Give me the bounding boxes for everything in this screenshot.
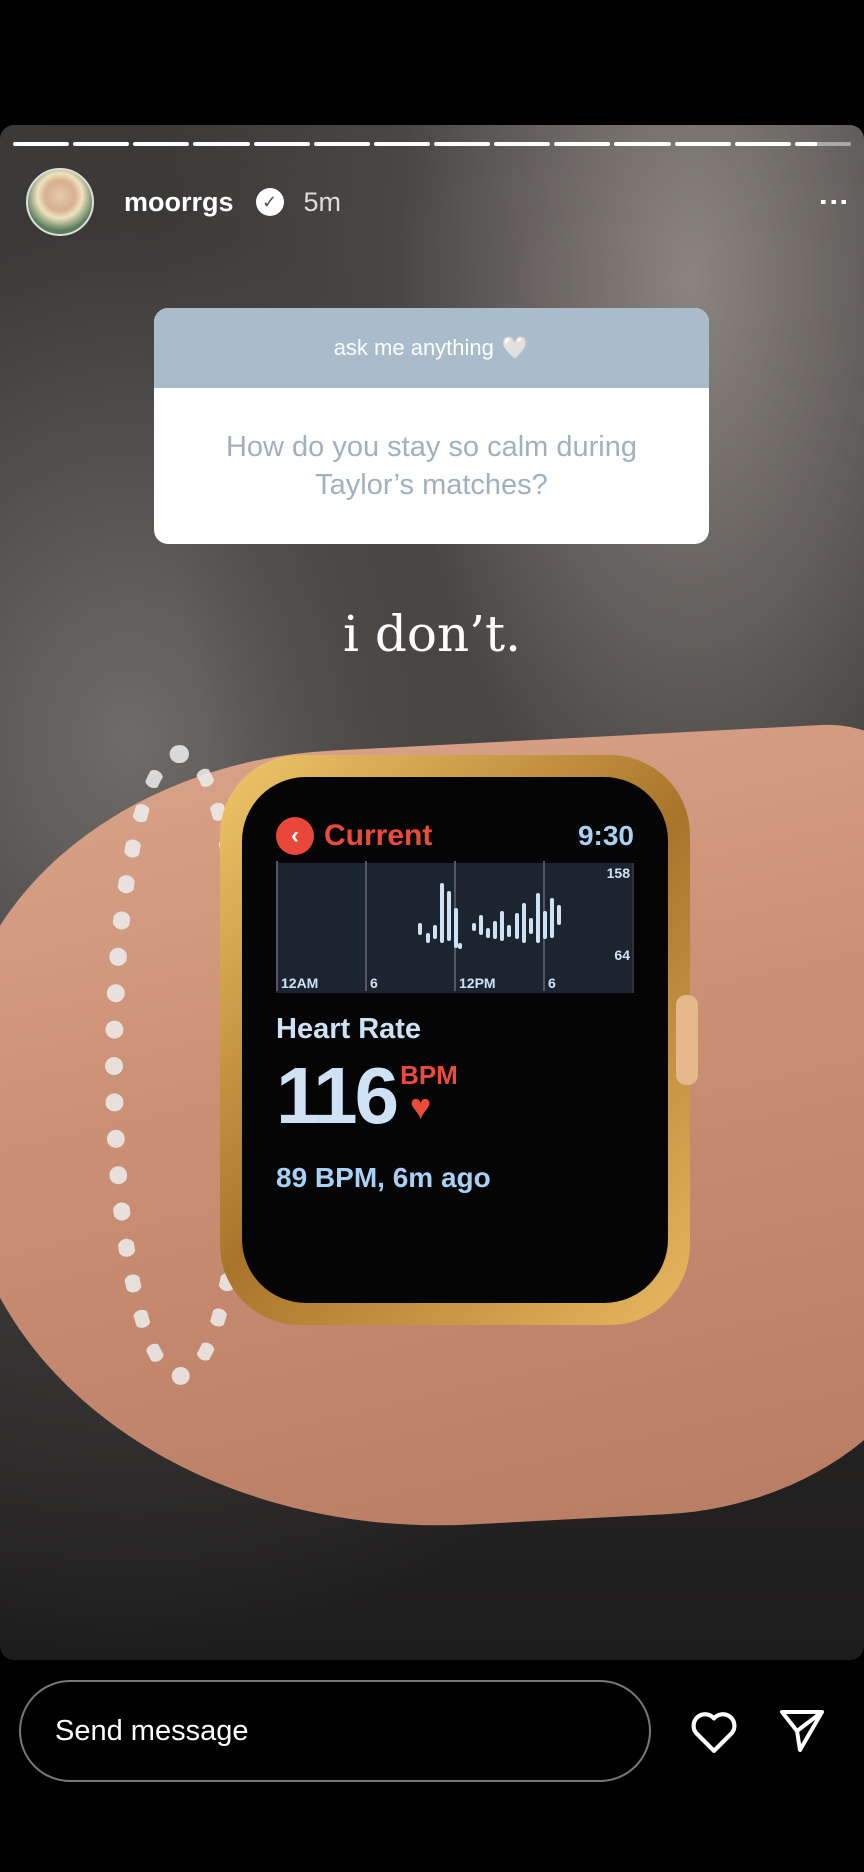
progress-segment xyxy=(734,142,791,146)
chart-mark xyxy=(528,918,533,934)
username[interactable]: moorrgs xyxy=(124,187,234,218)
verified-badge-icon: ✓ xyxy=(255,188,284,216)
answer-text: i don’t. xyxy=(342,605,522,663)
chart-mark xyxy=(418,923,423,935)
send-direct-icon[interactable] xyxy=(776,1706,828,1754)
progress-segment xyxy=(13,142,70,146)
chart-mark xyxy=(439,883,444,943)
progress-segment xyxy=(313,142,370,146)
watch-crown xyxy=(676,995,698,1085)
y-max-label: 158 xyxy=(606,865,630,881)
story-header: moorrgs ✓ 5m ⋮ xyxy=(26,167,850,237)
back-icon: ‹ xyxy=(276,817,314,855)
progress-segment xyxy=(794,142,851,146)
progress-segment xyxy=(73,142,130,146)
chart-mark xyxy=(521,903,526,943)
chart-mark xyxy=(493,921,498,939)
progress-segment xyxy=(253,142,310,146)
progress-segment xyxy=(614,142,671,146)
heart-like-icon[interactable] xyxy=(688,1708,740,1754)
chart-mark xyxy=(478,915,483,935)
last-reading: 89 BPM, 6m ago xyxy=(276,1162,491,1193)
avatar[interactable] xyxy=(26,168,94,236)
heart-rate-label: Heart Rate xyxy=(276,1013,422,1045)
progress-segment xyxy=(193,142,250,146)
question-sticker-title: ask me anything xyxy=(333,335,494,360)
chart-mark xyxy=(557,905,562,925)
watch-screen: ‹ Current 9:30 12AM 6 12PM 6 158 64 Hear… xyxy=(242,777,668,1303)
chart-mark xyxy=(432,925,437,939)
chart-mark xyxy=(550,898,555,938)
apple-watch: ‹ Current 9:30 12AM 6 12PM 6 158 64 Hear… xyxy=(220,755,690,1325)
chart-mark xyxy=(514,913,519,939)
heart-rate-chart: 12AM 6 12PM 6 158 64 xyxy=(276,861,634,993)
question-sticker-header: ask me anything 🤍 xyxy=(154,308,709,388)
send-message-input[interactable]: Send message xyxy=(19,1680,651,1782)
y-min-label: 64 xyxy=(614,947,630,963)
chart-mark xyxy=(457,943,462,949)
question-sticker[interactable]: ask me anything 🤍 How do you stay so cal… xyxy=(154,308,709,544)
progress-segment xyxy=(433,142,491,146)
send-message-placeholder: Send message xyxy=(55,1714,249,1747)
progress-segment xyxy=(674,142,731,146)
chart-mark xyxy=(543,911,547,939)
progress-segment xyxy=(373,142,430,146)
heart-icon: ♥ xyxy=(409,1086,432,1127)
chart-mark xyxy=(425,933,430,943)
post-time: 5m xyxy=(303,186,342,217)
chart-mark xyxy=(500,911,505,941)
progress-segment xyxy=(554,142,611,146)
story-progress-bar xyxy=(13,142,851,146)
question-text: How do you stay so calm during Taylor’s … xyxy=(225,431,638,501)
x-label: 6 xyxy=(365,861,378,991)
chart-mark xyxy=(535,893,540,943)
white-heart-icon: 🤍 xyxy=(501,335,530,360)
x-label: 12AM xyxy=(276,861,318,991)
chart-mark xyxy=(454,908,458,948)
chart-mark xyxy=(486,928,491,938)
chart-mark xyxy=(446,891,451,941)
chart-mark xyxy=(471,923,476,931)
more-options-icon[interactable]: ⋮ xyxy=(817,187,850,217)
watch-clock: 9:30 xyxy=(577,820,634,851)
progress-segment xyxy=(494,142,551,146)
progress-segment xyxy=(133,142,190,146)
story-media[interactable]: moorrgs ✓ 5m ⋮ ask me anything 🤍 How do … xyxy=(0,125,864,1660)
watch-title: Current xyxy=(324,819,433,852)
heart-rate-value: 116 xyxy=(276,1051,399,1140)
chart-mark xyxy=(507,925,512,937)
